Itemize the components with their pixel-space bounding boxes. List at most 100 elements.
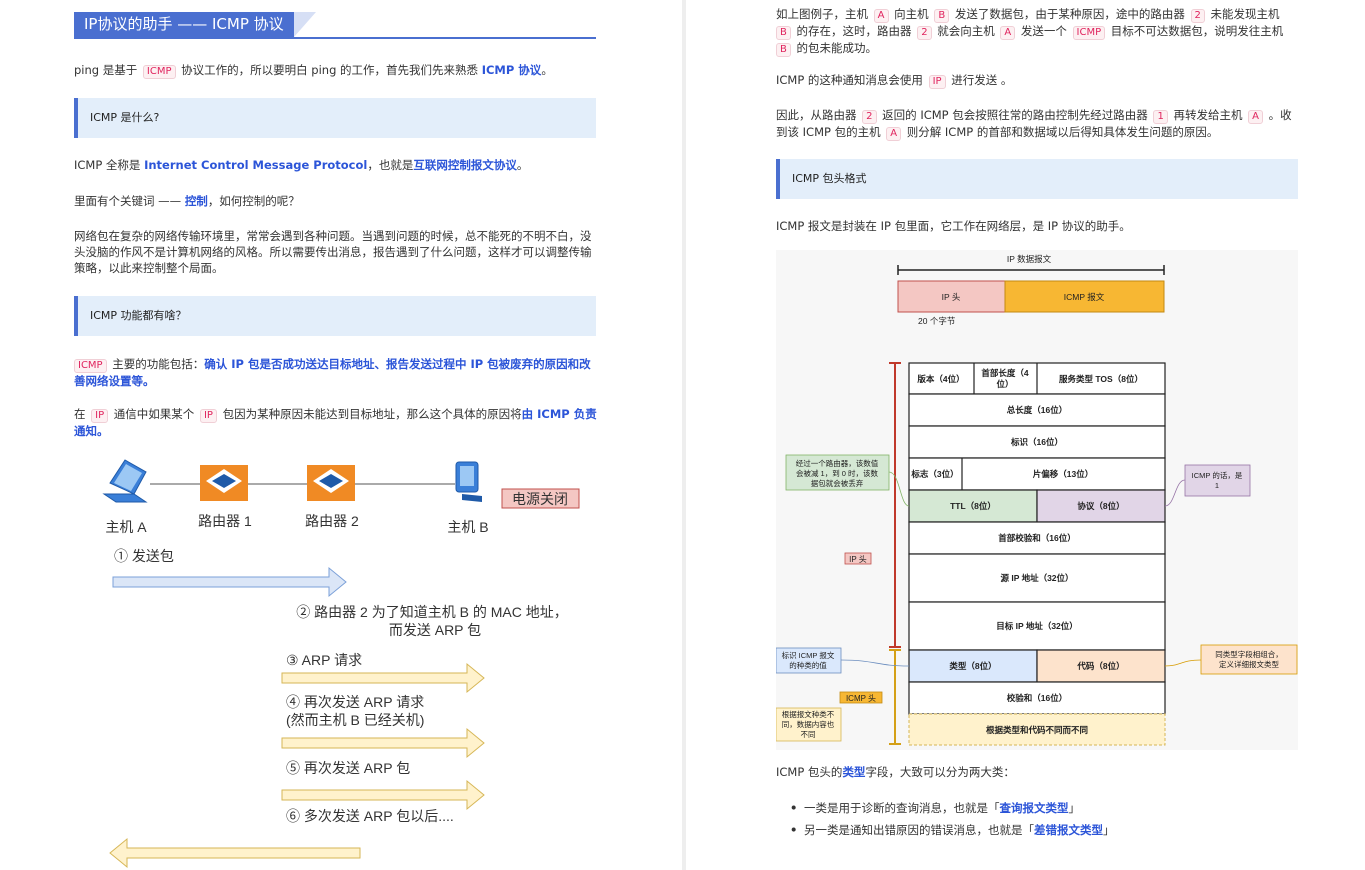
ttl-label: TTL（8位） — [950, 501, 996, 511]
inline-code: ICMP — [74, 359, 107, 373]
host-a-icon — [102, 459, 148, 503]
text: 的包未能成功。 — [792, 41, 878, 55]
list-item: 另一类是通知出错原因的错误消息，也就是「差错报文类型」 — [790, 819, 1290, 841]
dest-ip-label: 目标 IP 地址（32位） — [996, 621, 1078, 631]
emphasis-link[interactable]: 查询报文类型 — [1000, 801, 1069, 815]
ttl-note-line3: 据包就会被丢弃 — [811, 478, 864, 488]
text-line: 网络包在复杂的网络传输环境里，常常会遇到各种问题。当遇到问题的时候，总不能死的不… — [74, 229, 592, 243]
paragraph-return-path: 因此，从路由器 2 返回的 ICMP 包会按照往常的路由控制先经过路由器 1 再… — [776, 107, 1306, 141]
emphasis-link[interactable]: ICMP 协议 — [482, 63, 542, 77]
total-length-label: 总长度（16位） — [1007, 405, 1067, 415]
icmp-message-block-label: ICMP 报文 — [1064, 292, 1105, 302]
icmp-return-arrow — [109, 837, 361, 869]
source-ip-label: 源 IP 地址（32位） — [1000, 573, 1073, 583]
step-3-label: ③ ARP 请求 — [286, 652, 362, 668]
router-2-label: 路由器 2 — [305, 513, 359, 529]
emphasis-link[interactable]: 确认 IP 包是否成功送达目标地址、报告发送过程中 IP 包被废弃的原因和改 — [204, 357, 590, 371]
paragraph-network-issues: 网络包在复杂的网络传输环境里，常常会遇到各种问题。当遇到问题的时候，总不能死的不… — [74, 228, 604, 276]
emphasis-link[interactable]: 控制 — [185, 194, 208, 208]
left-page: IP协议的助手 —— ICMP 协议 ping 是基于 ICMP 协议工作的，所… — [0, 0, 682, 870]
text: 主要的功能包括： — [108, 357, 205, 371]
step-5-arrow — [281, 779, 485, 811]
text: 返回的 ICMP 包会按照往常的路由控制先经过路由器 — [878, 108, 1152, 122]
icmp-head-tag-label: ICMP 头 — [846, 693, 876, 703]
header-length-label-1: 首部长度（4 — [981, 368, 1029, 378]
type-label: 类型（8位） — [949, 661, 996, 671]
router-1-icon — [200, 465, 248, 501]
text: 包因为某种原因未能达到目标地址，那么这个具体的原因将 — [218, 407, 522, 421]
text: ICMP 的这种通知消息会使用 — [776, 73, 927, 87]
text: 协议工作的，所以要明白 ping 的工作，首先我们先来熟悉 — [177, 63, 482, 77]
text: 到该 ICMP 包的主机 — [776, 125, 885, 139]
list-item: 一类是用于诊断的查询消息，也就是「查询报文类型」 — [790, 797, 1290, 819]
text: 因此，从路由器 — [776, 108, 861, 122]
inline-code: 2 — [1190, 9, 1205, 23]
fragment-offset-label: 片偏移（13位） — [1033, 469, 1093, 479]
paragraph-ip-failure: 在 IP 通信中如果某个 IP 包因为某种原因未能达到目标地址，那么这个具体的原… — [74, 406, 604, 439]
paragraph-example-explanation: 如上图例子，主机 A 向主机 B 发送了数据包，由于某种原因，途中的路由器 2 … — [776, 6, 1306, 57]
text: 另一类是通知出错原因的错误消息，也就是「 — [804, 823, 1034, 837]
paragraph-type-categories: ICMP 包头的类型字段，大致可以分为两大类： — [776, 764, 1306, 780]
inline-code: 1 — [1153, 110, 1168, 124]
paragraph-icmp-fullname: ICMP 全称是 Internet Control Message Protoc… — [74, 157, 604, 173]
emphasis-link[interactable]: 类型 — [842, 765, 865, 779]
section-heading: IP协议的助手 —— ICMP 协议 — [74, 12, 596, 39]
ttl-note-line2: 会被减 1，到 0 时，该数 — [796, 468, 879, 478]
step-2-label-line2: 而发送 ARP 包 — [389, 622, 481, 638]
text: 。 — [541, 63, 553, 77]
emphasis-link[interactable]: 差错报文类型 — [1034, 823, 1103, 837]
type-note-line1: 标识 ICMP 报文 — [782, 650, 835, 660]
icmp-header-diagram: IP 数据报文 IP 头 ICMP 报文 20 个字节 版本（4位） 首部长度（… — [776, 250, 1298, 750]
ip-head-tag-label: IP 头 — [849, 554, 867, 564]
protocol-label: 协议（8位） — [1077, 501, 1124, 511]
text: 则分解 ICMP 的首部和数据域以后得知具体发生问题的原因。 — [903, 125, 1219, 139]
text: 一类是用于诊断的查询消息，也就是「 — [804, 801, 1000, 815]
checksum-label: 校验和（16位） — [1007, 693, 1067, 703]
inline-code: 2 — [917, 26, 932, 40]
callout-icmp-functions: ICMP 功能都有啥？ — [74, 296, 596, 336]
step-4-arrow — [281, 727, 485, 759]
inline-code: IP — [928, 75, 946, 89]
step-3-arrow — [281, 662, 485, 694]
code-note-line1: 同类型字段相组合， — [1215, 649, 1283, 659]
data-label: 根据类型和代码不同而不同 — [986, 725, 1088, 735]
step-1-arrow — [112, 566, 347, 598]
ip-datagram-label: IP 数据报文 — [1007, 254, 1052, 264]
text: 」 — [1068, 801, 1081, 815]
bytes-20-label: 20 个字节 — [918, 316, 956, 326]
text: 如上图例子，主机 — [776, 7, 872, 21]
inline-code: A — [1248, 110, 1263, 124]
text: 。 — [516, 158, 529, 172]
tos-label: 服务类型 TOS（8位） — [1059, 374, 1143, 384]
inline-code: A — [873, 9, 889, 23]
protocol-note-line1: ICMP 的话，是 — [1192, 470, 1243, 480]
inline-code: ICMP — [142, 65, 176, 79]
host-b-label: 主机 B — [447, 519, 488, 535]
emphasis-link[interactable]: 由 ICMP 负责 — [522, 407, 597, 421]
right-page: 如上图例子，主机 A 向主机 B 发送了数据包，由于某种原因，途中的路由器 2 … — [686, 0, 1365, 870]
text: 里面有个关键词 —— — [74, 194, 185, 208]
step-2-label-line1: ② 路由器 2 为了知道主机 B 的 MAC 地址， — [296, 604, 567, 620]
emphasis-link[interactable]: 通知。 — [74, 424, 109, 438]
protocol-note-line2: 1 — [1215, 481, 1219, 490]
inline-code: B — [776, 26, 791, 40]
ttl-note-line1: 经过一个路由器，该数值 — [796, 458, 879, 468]
inline-code: A — [886, 127, 902, 141]
icmp-example-diagram: 主机 A 路由器 1 路由器 2 主机 B 电源关闭 ① 发送包 ② 路由器 2… — [102, 459, 580, 869]
data-note-line3: 不同 — [801, 730, 816, 739]
inline-code: IP — [199, 409, 217, 423]
router-2-icon — [307, 465, 355, 501]
host-a-label: 主机 A — [105, 519, 147, 535]
text: 在 — [74, 407, 90, 421]
emphasis-link[interactable]: Internet Control Message Protocol — [144, 158, 367, 172]
text: 发送了数据包，由于某种原因，途中的路由器 — [951, 7, 1189, 21]
text: 」 — [1103, 823, 1115, 837]
power-off-label: 电源关闭 — [512, 491, 568, 507]
text: 的存在，这时，路由器 — [792, 24, 916, 38]
inline-code: B — [934, 9, 950, 23]
text-line: 策略，以此来控制整个局面。 — [74, 261, 224, 275]
paragraph-keyword: 里面有个关键词 —— 控制，如何控制的呢？ — [74, 193, 604, 209]
emphasis-link[interactable]: 互联网控制报文协议 — [413, 158, 517, 172]
text: 。收 — [1264, 108, 1292, 122]
emphasis-link[interactable]: 善网络设置等。 — [74, 374, 155, 388]
